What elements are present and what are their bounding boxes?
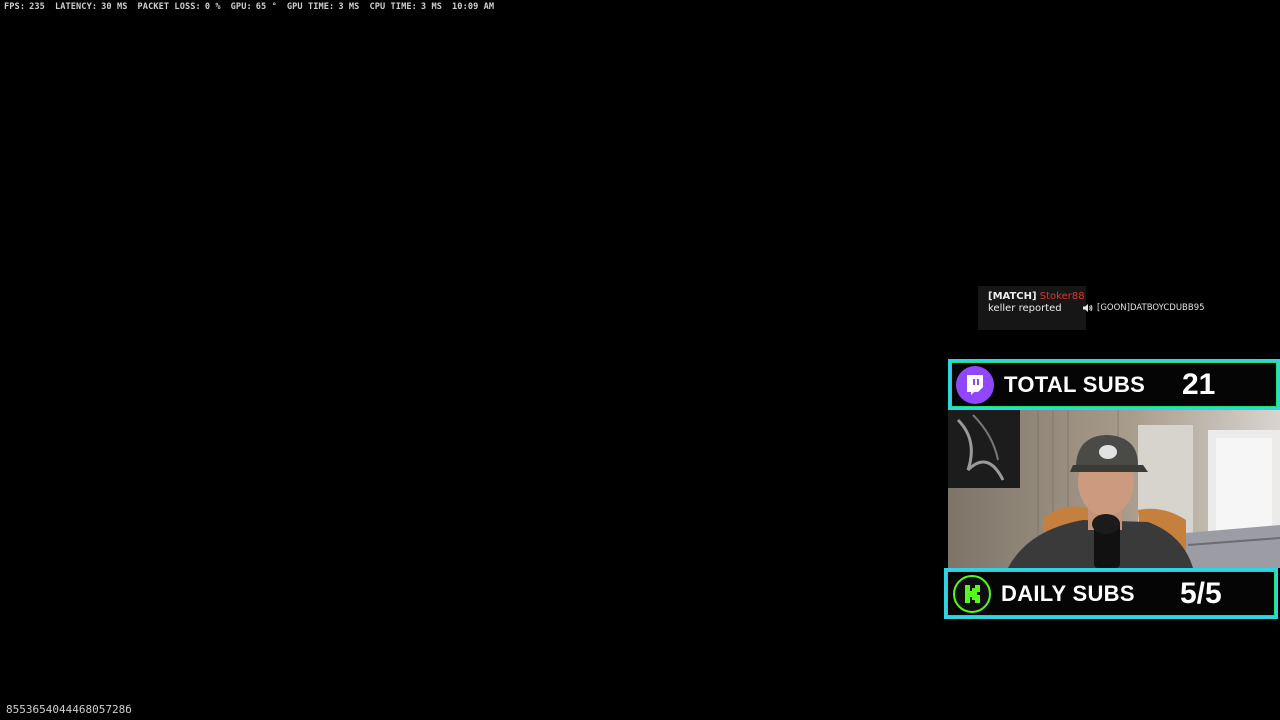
voice-player-name: [GOON]DATBOYCDUBB95	[1097, 302, 1205, 313]
total-subs-value: 21	[1182, 367, 1216, 401]
gpu-time-stat: GPU TIME: 3 MS	[286, 2, 360, 12]
twitch-icon	[956, 365, 994, 404]
report-notice: [MATCH] Stoker88 keller reported	[978, 286, 1086, 330]
fps-stat: FPS: 235	[4, 2, 45, 12]
voice-chat-indicator: [GOON]DATBOYCDUBB95	[1082, 301, 1205, 314]
clock: 10:09 AM	[452, 2, 495, 12]
daily-subs-value: 5/5	[1180, 576, 1222, 610]
total-subs-counter: TOTAL SUBS 21	[948, 359, 1280, 410]
gpu-temp-stat: GPU: 65 °	[230, 2, 277, 12]
packet-loss-stat: PACKET LOSS: 0 %	[137, 2, 221, 12]
daily-subs-label: DAILY SUBS	[1001, 580, 1135, 606]
kick-icon	[953, 574, 991, 613]
total-subs-label: TOTAL SUBS	[1004, 371, 1146, 397]
speaker-icon	[1083, 303, 1093, 312]
notice-player: Stoker88	[1039, 291, 1085, 302]
webcam-image	[948, 410, 1280, 568]
webcam-feed	[948, 410, 1280, 568]
notice-tag: [MATCH]	[988, 291, 1037, 302]
performance-overlay: FPS: 235 LATENCY: 30 MS PACKET LOSS: 0 % GP…	[4, 1, 504, 13]
notice-message: keller reported	[988, 303, 1062, 314]
latency-stat: LATENCY: 30 MS	[54, 2, 128, 12]
daily-subs-counter: DAILY SUBS 5/5	[944, 568, 1278, 619]
notice-header: [MATCH] Stoker88	[988, 291, 1086, 303]
session-id: 855365404446805728б	[6, 703, 132, 716]
cpu-time-stat: CPU TIME: 3 MS	[369, 2, 443, 12]
